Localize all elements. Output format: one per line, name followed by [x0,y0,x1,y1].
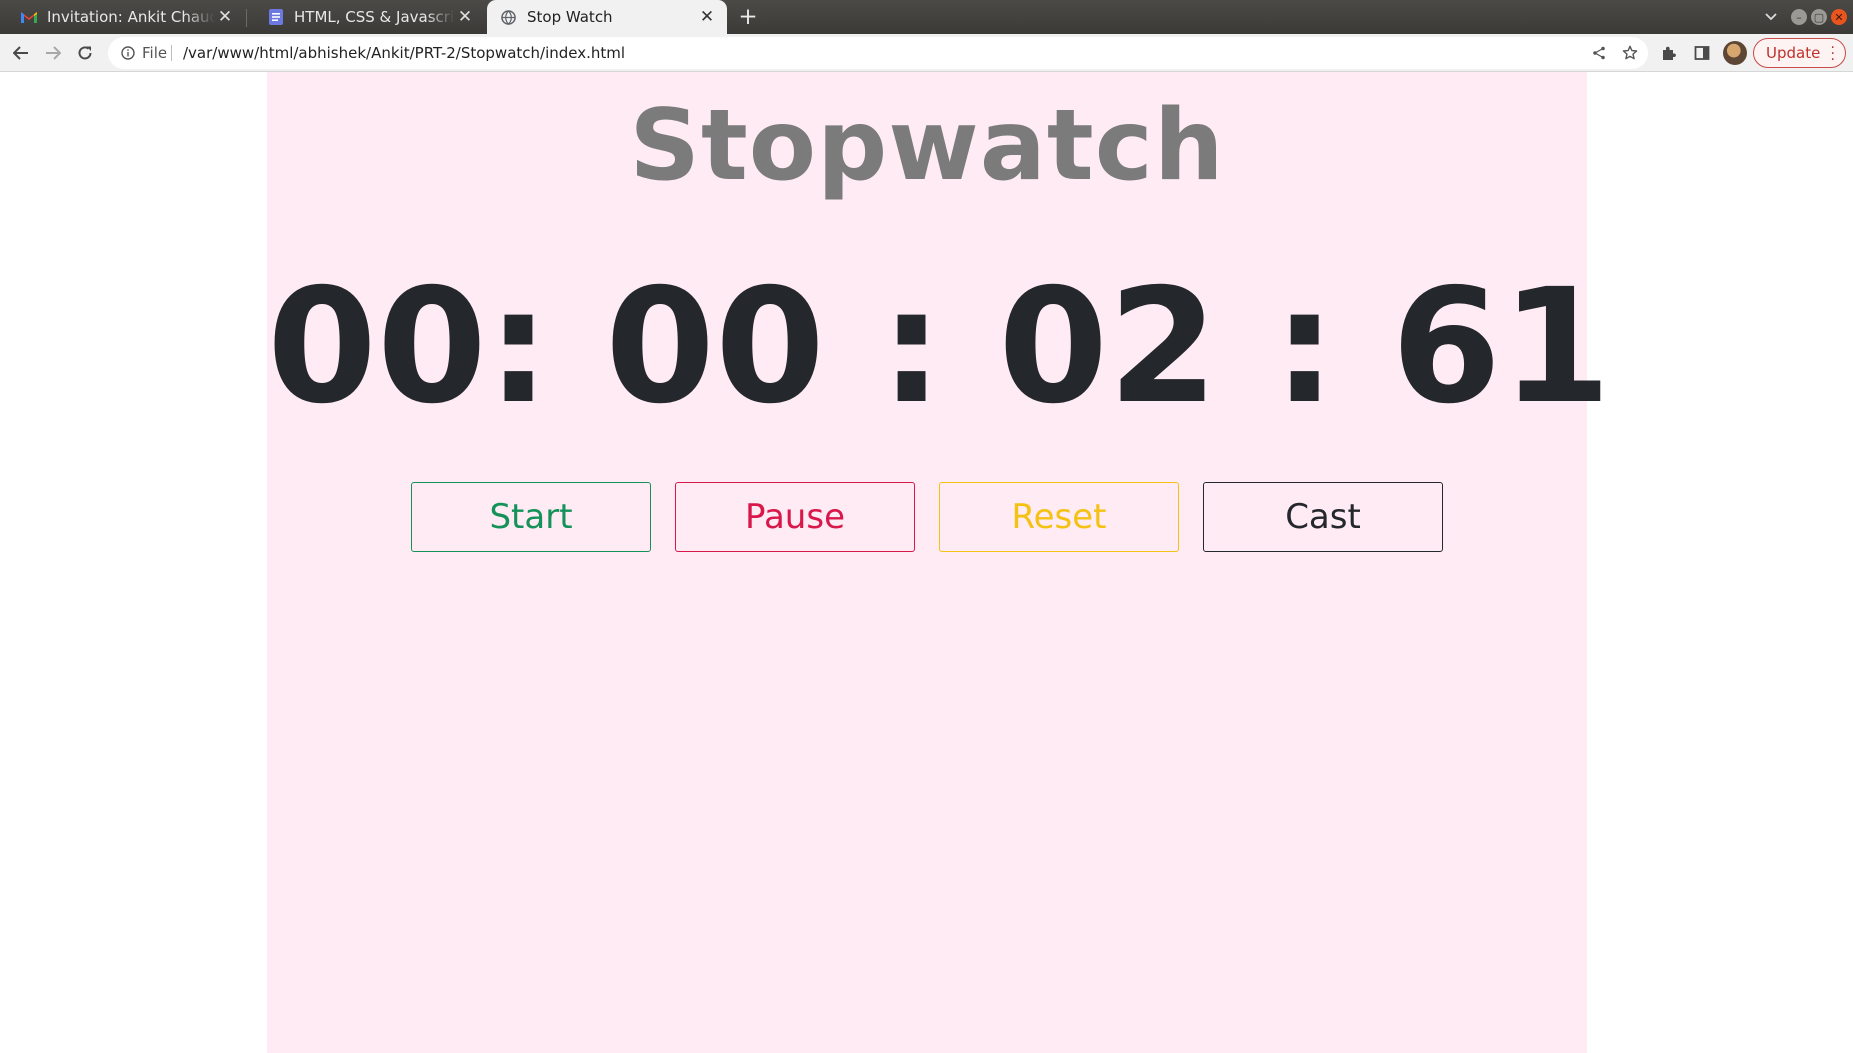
reset-button[interactable]: Reset [939,482,1179,552]
timer-display: 00: 00 : 02 : 61 [267,252,1611,442]
tab-search-chevron-icon[interactable] [1760,6,1782,28]
timer-minutes: 00 [605,255,825,439]
timer-hours: 00: [267,255,551,439]
close-tab-icon[interactable]: ✕ [455,7,475,27]
extensions-puzzle-icon[interactable] [1655,39,1683,67]
stopwatch-container: Stopwatch 00: 00 : 02 : 61 Start Pause R… [267,72,1611,1053]
tab-html-css-js[interactable]: HTML, CSS & Javascript - S ✕ [247,0,485,34]
start-button[interactable]: Start [411,482,651,552]
docs-icon [266,8,285,27]
tab-title: Stop Watch [527,8,613,26]
globe-icon [499,8,518,27]
address-url[interactable]: /var/www/html/abhishek/Ankit/PRT-2/Stopw… [183,44,625,62]
side-panel-icon[interactable] [1688,39,1716,67]
close-tab-icon[interactable]: ✕ [215,7,235,27]
browser-toolbar: File /var/www/html/abhishek/Ankit/PRT-2/… [0,34,1853,72]
tab-title: HTML, CSS & Javascript - S [294,8,455,26]
more-menu-icon[interactable]: · · · [1831,41,1835,67]
reload-icon[interactable] [71,39,99,67]
browser-tab-strip: Invitation: Ankit Chaudha ✕ HTML, CSS & … [0,0,1853,34]
close-tab-icon[interactable]: ✕ [697,7,717,27]
minimize-window-button[interactable]: – [1791,9,1807,25]
gmail-icon [19,8,38,27]
update-label: Update [1766,44,1821,62]
cast-button[interactable]: Cast [1203,482,1443,552]
tab-invitation[interactable]: Invitation: Ankit Chaudha ✕ [0,0,245,34]
bookmark-star-icon[interactable] [1619,42,1641,64]
update-button[interactable]: Update · · · [1753,38,1846,68]
share-icon[interactable] [1588,42,1610,64]
timer-centiseconds: 61 [1391,255,1612,439]
control-buttons: Start Pause Reset Cast [411,482,1443,552]
address-bar[interactable]: File /var/www/html/abhishek/Ankit/PRT-2/… [108,37,1648,69]
pause-button[interactable]: Pause [675,482,915,552]
close-window-button[interactable]: ✕ [1831,9,1847,25]
back-arrow-icon[interactable] [7,39,35,67]
address-divider [171,45,172,61]
info-icon[interactable] [118,43,138,63]
tab-stop-watch[interactable]: Stop Watch ✕ [487,0,727,34]
page-title: Stopwatch [629,89,1225,203]
tab-title: Invitation: Ankit Chaudha [47,8,215,26]
maximize-window-button[interactable]: ▢ [1811,9,1827,25]
new-tab-button[interactable]: + [734,3,762,31]
address-scheme: File [142,44,168,62]
forward-arrow-icon[interactable] [39,39,67,67]
timer-separator: : [879,255,944,439]
profile-avatar[interactable] [1723,41,1747,65]
page-viewport: Stopwatch 00: 00 : 02 : 61 Start Pause R… [0,72,1853,1053]
timer-seconds: 02 [998,255,1219,439]
timer-separator: : [1273,255,1337,439]
